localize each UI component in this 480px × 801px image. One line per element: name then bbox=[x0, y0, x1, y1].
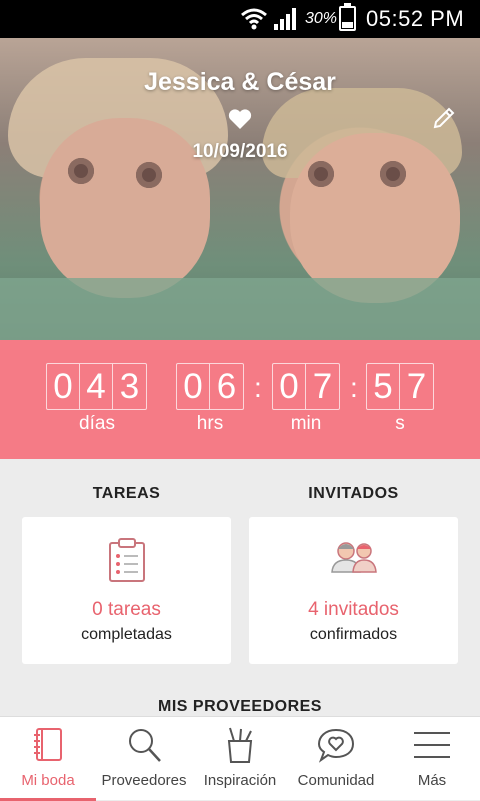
pencil-cup-icon bbox=[227, 727, 253, 763]
guests-title: INVITADOS bbox=[308, 485, 399, 502]
clipboard-icon bbox=[108, 538, 145, 582]
countdown-digit: 5 bbox=[367, 364, 400, 409]
nav-label: Proveedores bbox=[101, 772, 187, 789]
countdown-minutes: 0 7 bbox=[272, 363, 340, 410]
nav-label: Comunidad bbox=[297, 772, 375, 789]
nav-label: Mi boda bbox=[21, 772, 75, 789]
countdown-hours: 0 6 bbox=[176, 363, 244, 410]
countdown-label-hours: hrs bbox=[196, 413, 224, 434]
countdown-digit: 0 bbox=[177, 364, 210, 409]
clock: 05:52 PM bbox=[366, 6, 465, 31]
signal-icon bbox=[274, 8, 296, 30]
countdown-label-seconds: s bbox=[395, 413, 405, 434]
nav-label: Inspiración bbox=[203, 772, 277, 789]
pencil-icon[interactable] bbox=[432, 106, 456, 130]
countdown-label-days: días bbox=[79, 413, 115, 434]
wifi-icon bbox=[241, 8, 267, 30]
nav-mi-boda[interactable]: Mi boda bbox=[0, 717, 96, 801]
wedding-countdown: 0 4 3 0 6 : 0 7 : 5 7 días hrs min s bbox=[0, 340, 480, 459]
status-bar: 30% 05:52 PM bbox=[0, 0, 480, 38]
tasks-subtitle: completadas bbox=[81, 626, 172, 643]
search-icon bbox=[129, 729, 161, 762]
guests-card[interactable]: 4 invitados confirmados bbox=[249, 517, 458, 664]
chat-heart-icon bbox=[317, 728, 355, 763]
guests-icon bbox=[330, 542, 377, 573]
battery-icon bbox=[339, 3, 356, 31]
nav-proveedores[interactable]: Proveedores bbox=[96, 717, 192, 801]
couple-names: Jessica & César bbox=[144, 68, 336, 96]
countdown-seconds: 5 7 bbox=[366, 363, 434, 410]
countdown-digit: 0 bbox=[273, 364, 306, 409]
countdown-separator: : bbox=[350, 372, 358, 403]
countdown-digit: 0 bbox=[47, 364, 80, 409]
couple-photo-header: Jessica & César 10/09/2016 bbox=[0, 38, 480, 340]
countdown-digit: 4 bbox=[80, 364, 113, 409]
photo-doll-eye bbox=[308, 161, 334, 187]
nav-comunidad[interactable]: Comunidad bbox=[288, 717, 384, 801]
countdown-digit: 7 bbox=[312, 367, 333, 406]
countdown-digit: 6 bbox=[216, 367, 237, 406]
bottom-navigation: Mi boda Proveedores Inspiración Comunida… bbox=[0, 716, 480, 801]
wedding-date: 10/09/2016 bbox=[192, 141, 288, 162]
nav-inspiracion[interactable]: Inspiración bbox=[192, 717, 288, 801]
menu-icon bbox=[414, 732, 450, 758]
countdown-digit: 3 bbox=[119, 367, 140, 406]
countdown-label-minutes: min bbox=[290, 413, 322, 434]
photo-doll-eye bbox=[136, 162, 162, 188]
guests-subtitle: confirmados bbox=[309, 626, 398, 643]
tasks-card[interactable]: 0 tareas completadas bbox=[22, 517, 231, 664]
providers-title: MIS PROVEEDORES bbox=[158, 698, 322, 715]
nav-mas[interactable]: Más bbox=[384, 717, 480, 801]
nav-label: Más bbox=[417, 772, 447, 789]
heart-icon bbox=[228, 109, 252, 129]
countdown-days: 0 4 3 bbox=[46, 363, 147, 410]
countdown-digit: 7 bbox=[406, 367, 427, 406]
notebook-icon bbox=[34, 728, 62, 761]
photo-doll-clothes bbox=[0, 278, 480, 340]
guests-count: 4 invitados bbox=[308, 599, 399, 620]
countdown-separator: : bbox=[254, 372, 262, 403]
tasks-title: TAREAS bbox=[92, 485, 161, 502]
battery-percentage: 30% bbox=[305, 10, 338, 27]
tasks-count: 0 tareas bbox=[92, 599, 161, 620]
photo-doll-eye bbox=[380, 161, 406, 187]
